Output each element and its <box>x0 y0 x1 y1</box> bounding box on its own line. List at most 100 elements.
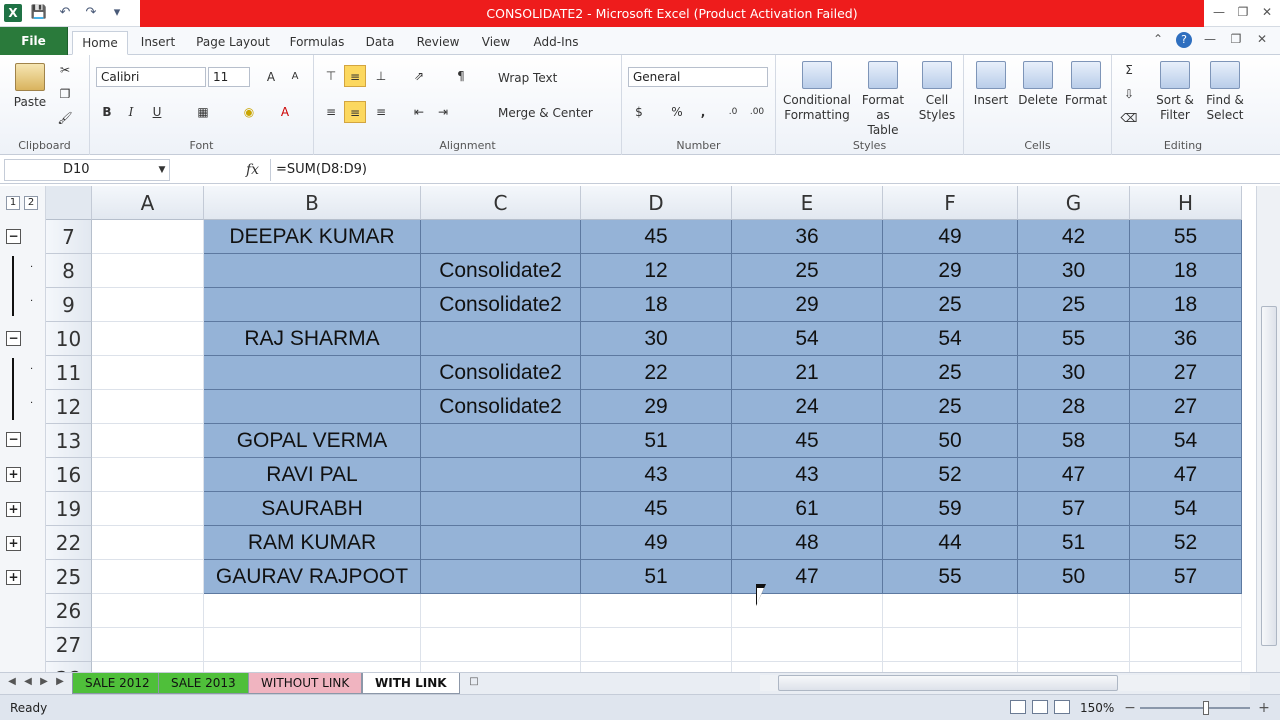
cell-a22[interactable] <box>92 526 204 560</box>
cell-h26[interactable] <box>1130 594 1242 628</box>
expand-group-button[interactable]: + <box>6 502 21 517</box>
cell-h22[interactable]: 52 <box>1130 526 1242 560</box>
cell-c11[interactable]: Consolidate2 <box>421 356 581 390</box>
select-all-corner[interactable] <box>46 186 92 220</box>
insert-function-button[interactable]: fx <box>246 159 266 181</box>
cell-d28[interactable] <box>581 662 732 672</box>
column-header-a[interactable]: A <box>92 186 204 220</box>
find-select-button[interactable]: Find & Select <box>1202 61 1248 123</box>
next-sheet-icon[interactable]: ▶ <box>38 676 50 687</box>
cell-e11[interactable]: 21 <box>732 356 883 390</box>
cell-a26[interactable] <box>92 594 204 628</box>
horizontal-scroll-thumb[interactable] <box>778 675 1118 691</box>
cell-c13[interactable] <box>421 424 581 458</box>
close-workbook-icon[interactable]: ✕ <box>1254 32 1270 48</box>
insert-cells-button[interactable]: Insert <box>970 61 1012 108</box>
align-middle-icon[interactable]: ≡ <box>344 65 366 87</box>
bold-button[interactable]: B <box>96 101 118 123</box>
cut-icon[interactable]: ✂ <box>54 59 76 81</box>
cell-h19[interactable]: 54 <box>1130 492 1242 526</box>
cell-h9[interactable]: 18 <box>1130 288 1242 322</box>
cell-d10[interactable]: 30 <box>581 322 732 356</box>
column-header-b[interactable]: B <box>204 186 421 220</box>
cell-e25[interactable]: 47 <box>732 560 883 594</box>
cell-c10[interactable] <box>421 322 581 356</box>
cell-f25[interactable]: 55 <box>883 560 1018 594</box>
sheet-tab-with-link[interactable]: WITH LINK <box>362 673 460 694</box>
cell-d19[interactable]: 45 <box>581 492 732 526</box>
column-header-d[interactable]: D <box>581 186 732 220</box>
cell-b8[interactable] <box>204 254 421 288</box>
cell-h11[interactable]: 27 <box>1130 356 1242 390</box>
zoom-in-icon[interactable]: + <box>1258 700 1270 716</box>
decrease-indent-icon[interactable]: ⇤ <box>408 101 430 123</box>
row-header[interactable]: 16 <box>46 458 92 492</box>
font-size-select[interactable]: 11 <box>208 67 250 87</box>
align-right-icon[interactable]: ≡ <box>370 101 392 123</box>
tab-file[interactable]: File <box>0 27 68 55</box>
sheet-tab-without-link[interactable]: WITHOUT LINK <box>248 673 363 694</box>
customize-qat-icon[interactable]: ▾ <box>108 4 126 22</box>
cell-f11[interactable]: 25 <box>883 356 1018 390</box>
fill-color-icon[interactable]: ◉ <box>238 101 260 123</box>
tab-page-layout[interactable]: Page Layout <box>192 31 274 55</box>
cell-g13[interactable]: 58 <box>1018 424 1130 458</box>
zoom-slider[interactable] <box>1140 707 1250 709</box>
align-bottom-icon[interactable]: ⊥ <box>370 65 392 87</box>
first-sheet-icon[interactable]: ◀ <box>6 676 18 687</box>
merge-center-button[interactable]: Merge & Center <box>498 106 593 120</box>
vertical-scroll-thumb[interactable] <box>1261 306 1277 646</box>
cell-b10[interactable]: RAJ SHARMA <box>204 322 421 356</box>
cell-c27[interactable] <box>421 628 581 662</box>
cell-e28[interactable] <box>732 662 883 672</box>
cell-d25[interactable]: 51 <box>581 560 732 594</box>
cell-f8[interactable]: 29 <box>883 254 1018 288</box>
cell-a27[interactable] <box>92 628 204 662</box>
cell-h28[interactable] <box>1130 662 1242 672</box>
cell-d13[interactable]: 51 <box>581 424 732 458</box>
row-header[interactable]: 19 <box>46 492 92 526</box>
row-header[interactable]: 25 <box>46 560 92 594</box>
outline-level-1-button[interactable]: 1 <box>6 196 20 210</box>
cell-c7[interactable] <box>421 220 581 254</box>
cell-d16[interactable]: 43 <box>581 458 732 492</box>
restore-workbook-icon[interactable]: ❐ <box>1228 32 1244 48</box>
cell-b26[interactable] <box>204 594 421 628</box>
cell-c28[interactable] <box>421 662 581 672</box>
column-header-f[interactable]: F <box>883 186 1018 220</box>
cell-c19[interactable] <box>421 492 581 526</box>
comma-style-button[interactable]: , <box>692 101 714 123</box>
column-header-c[interactable]: C <box>421 186 581 220</box>
minimize-workbook-icon[interactable]: — <box>1202 32 1218 48</box>
cell-a8[interactable] <box>92 254 204 288</box>
sheet-tab-sale-2012[interactable]: SALE 2012 <box>72 673 163 694</box>
cell-b7[interactable]: DEEPAK KUMAR <box>204 220 421 254</box>
cell-d12[interactable]: 29 <box>581 390 732 424</box>
clear-icon[interactable]: ⌫ <box>1118 107 1140 129</box>
expand-group-button[interactable]: + <box>6 536 21 551</box>
name-box-dropdown-icon[interactable]: ▼ <box>156 159 168 181</box>
page-layout-view-icon[interactable] <box>1032 700 1048 714</box>
cell-f12[interactable]: 25 <box>883 390 1018 424</box>
expand-group-button[interactable]: + <box>6 570 21 585</box>
cell-h10[interactable]: 36 <box>1130 322 1242 356</box>
align-top-icon[interactable]: ⊤ <box>320 65 342 87</box>
cell-e10[interactable]: 54 <box>732 322 883 356</box>
cell-h16[interactable]: 47 <box>1130 458 1242 492</box>
restore-icon[interactable]: ❐ <box>1236 3 1250 21</box>
tab-review[interactable]: Review <box>412 31 464 55</box>
horizontal-scrollbar[interactable] <box>760 675 1250 691</box>
cell-b28[interactable] <box>204 662 421 672</box>
row-header[interactable]: 22 <box>46 526 92 560</box>
excel-icon[interactable]: X <box>4 4 22 22</box>
column-header-h[interactable]: H <box>1130 186 1242 220</box>
cell-f28[interactable] <box>883 662 1018 672</box>
cell-a19[interactable] <box>92 492 204 526</box>
zoom-level[interactable]: 150% <box>1080 701 1114 715</box>
cell-e13[interactable]: 45 <box>732 424 883 458</box>
undo-icon[interactable]: ↶ <box>56 4 74 22</box>
normal-view-icon[interactable] <box>1010 700 1026 714</box>
autosum-icon[interactable]: Σ <box>1118 59 1140 81</box>
cell-f10[interactable]: 54 <box>883 322 1018 356</box>
cell-b11[interactable] <box>204 356 421 390</box>
